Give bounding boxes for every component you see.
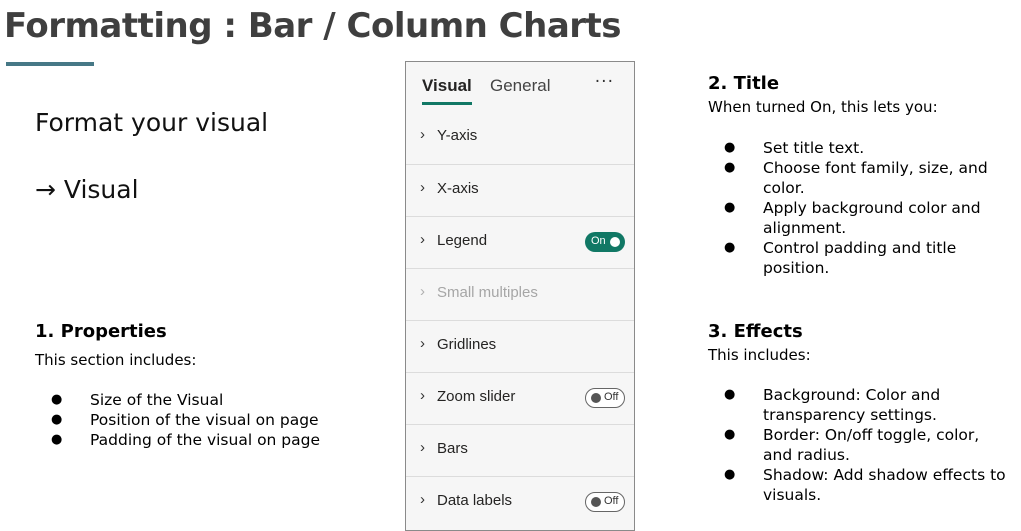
bullet-dot: ●	[51, 432, 63, 447]
pane-tabs: Visual General ···	[406, 62, 634, 112]
effects-heading: 3. Effects	[708, 321, 803, 342]
list-item: ● Background: Color and transparency setti…	[724, 386, 941, 424]
section-bars[interactable]: › Bars	[406, 424, 634, 476]
effects-list: ● Background: Color and transparency setti…	[724, 385, 1006, 505]
section-zoom-slider[interactable]: › Zoom slider Off	[406, 372, 634, 424]
list-item: ● Choose font family, size, and color.	[724, 159, 988, 197]
section-x-axis[interactable]: › X-axis	[406, 164, 634, 216]
properties-list: ● Size of the Visual ● Position of the vis…	[51, 390, 321, 450]
properties-subtext: This section includes:	[35, 351, 197, 369]
chevron-right-icon: ›	[420, 335, 425, 352]
list-item: ● Size of the Visual	[51, 391, 224, 409]
format-pane: Visual General ··· › Y-axis › X-axis › L…	[405, 61, 635, 531]
tab-visual[interactable]: Visual	[422, 76, 472, 105]
bullet-dot: ●	[724, 427, 736, 442]
chevron-right-icon: ›	[420, 387, 425, 404]
title-section-list: ● Set title text. ● Choose font family, si…	[724, 138, 988, 278]
bullet-dot: ●	[724, 200, 736, 215]
legend-toggle[interactable]: On	[585, 232, 625, 252]
chevron-right-icon: ›	[420, 231, 425, 248]
properties-heading: 1. Properties	[35, 321, 167, 342]
section-y-axis[interactable]: › Y-axis	[406, 112, 634, 164]
list-item: ● Border: On/off toggle, color, and radius…	[724, 426, 980, 464]
bullet-dot: ●	[724, 387, 736, 402]
chevron-right-icon: ›	[420, 126, 425, 143]
more-options-icon[interactable]: ···	[595, 72, 614, 92]
list-item: ● Control padding and title position.	[724, 239, 957, 277]
intro-line-visual: → Visual	[35, 175, 139, 204]
list-item: ● Shadow: Add shadow effects to visuals.	[724, 466, 1006, 504]
bullet-dot: ●	[724, 467, 736, 482]
section-legend[interactable]: › Legend On	[406, 216, 634, 268]
intro-line-format: Format your visual	[35, 108, 269, 137]
chevron-right-icon: ›	[420, 439, 425, 456]
bullet-dot: ●	[724, 240, 736, 255]
zoom-slider-toggle[interactable]: Off	[585, 388, 625, 408]
chevron-right-icon: ›	[420, 283, 425, 300]
toggle-knob	[610, 237, 620, 247]
list-item: ● Padding of the visual on page	[51, 431, 321, 449]
bullet-dot: ●	[51, 392, 63, 407]
page-title: Formatting : Bar / Column Charts	[4, 6, 622, 46]
toggle-knob	[591, 393, 601, 403]
list-item: ● Set title text.	[724, 139, 865, 157]
list-item: ● Position of the visual on page	[51, 411, 319, 429]
data-labels-toggle[interactable]: Off	[585, 492, 625, 512]
effects-subtext: This includes:	[708, 346, 811, 364]
title-underline	[6, 62, 94, 66]
title-section-heading: 2. Title	[708, 73, 780, 94]
section-gridlines[interactable]: › Gridlines	[406, 320, 634, 372]
bullet-dot: ●	[724, 160, 736, 175]
chevron-right-icon: ›	[420, 491, 425, 508]
section-small-multiples: › Small multiples	[406, 268, 634, 320]
title-section-subtext: When turned On, this lets you:	[708, 98, 938, 116]
tab-general[interactable]: General	[490, 76, 550, 96]
toggle-knob	[591, 497, 601, 507]
list-item: ● Apply background color and alignment.	[724, 199, 981, 237]
section-data-labels[interactable]: › Data labels Off	[406, 476, 634, 528]
bullet-dot: ●	[724, 140, 736, 155]
chevron-right-icon: ›	[420, 179, 425, 196]
bullet-dot: ●	[51, 412, 63, 427]
